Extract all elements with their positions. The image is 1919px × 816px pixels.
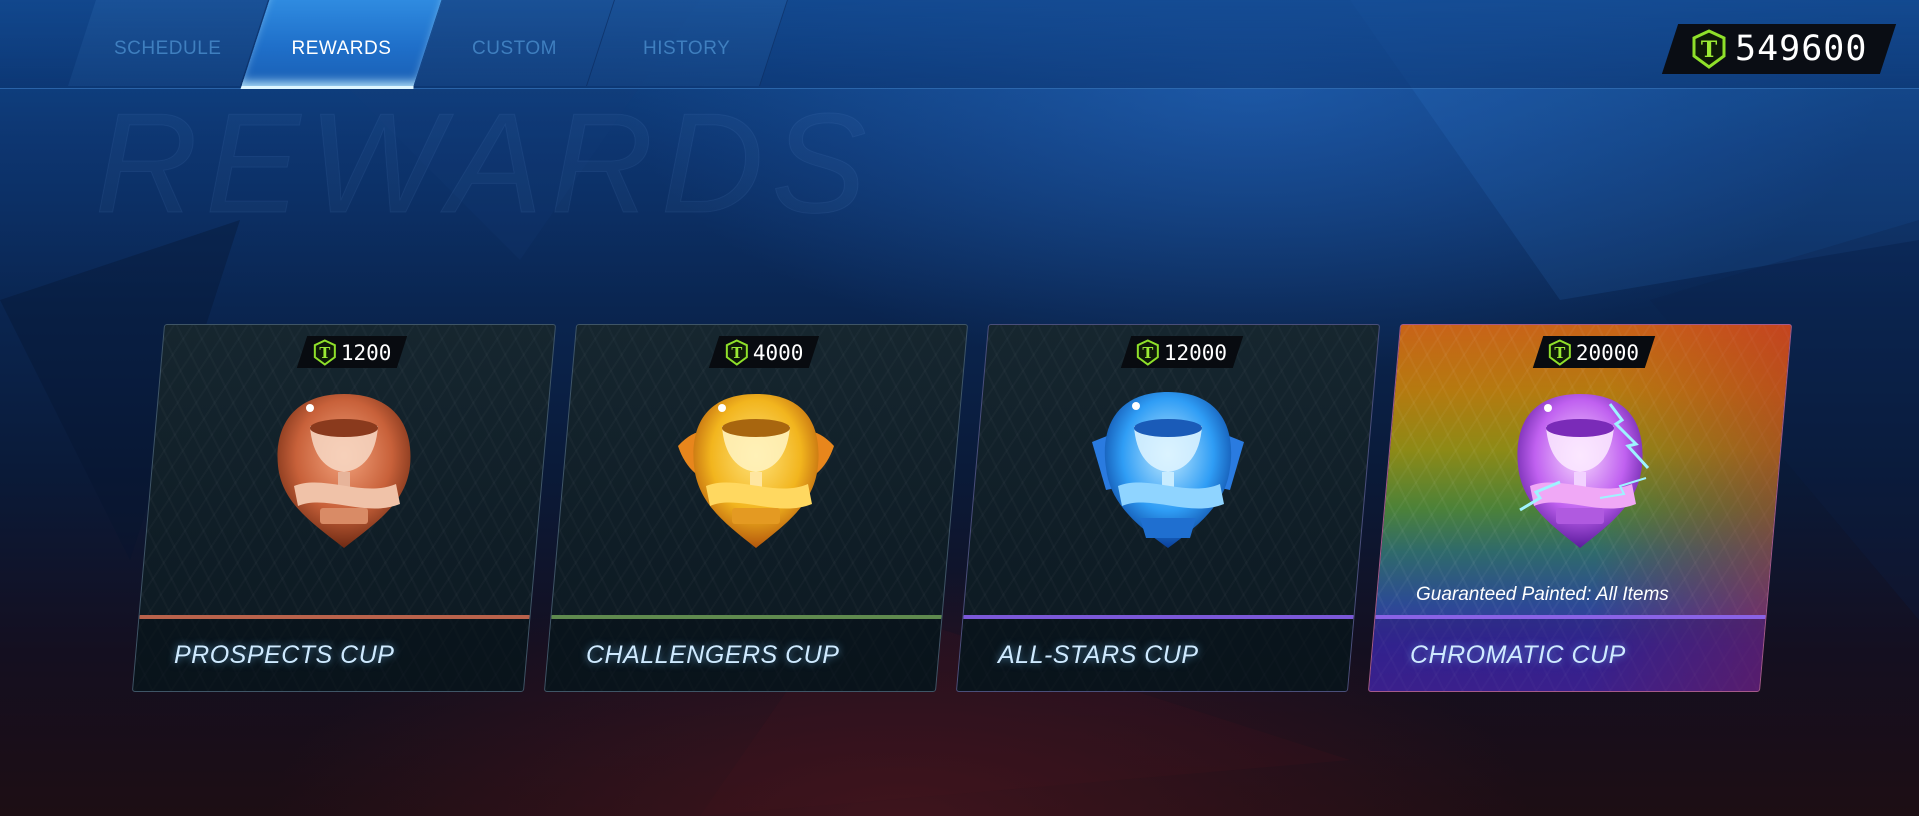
svg-text:T: T — [1555, 344, 1566, 361]
svg-text:T: T — [319, 344, 330, 361]
tournament-credits-icon: T — [725, 338, 748, 366]
credits-balance: T 549600 — [1661, 24, 1897, 74]
cost-amount: 4000 — [752, 340, 804, 364]
gold-trophy-icon — [678, 394, 834, 548]
reward-name: CHALLENGERS CUP — [586, 641, 840, 669]
reward-note: Guaranteed Painted: All Items — [1416, 584, 1669, 605]
svg-text:T: T — [1701, 37, 1718, 63]
page-title-watermark: REWARDS — [94, 84, 875, 244]
tab-schedule-label: SCHEDULE — [114, 38, 222, 59]
tournament-credits-icon: T — [313, 338, 336, 366]
reward-card-all-stars[interactable]: T 12000 ALL-STARS CUP — [955, 324, 1381, 692]
cost-tag: T 20000 — [1532, 336, 1656, 368]
top-nav-bar: SCHEDULE REWARDS CUSTOM HISTORY — [0, 0, 1919, 89]
blue-trophy-icon — [1092, 392, 1244, 548]
tournament-credits-icon: T — [1549, 338, 1572, 366]
tab-history-label: HISTORY — [643, 38, 731, 59]
cost-amount: 20000 — [1576, 340, 1640, 364]
cost-tag: T 4000 — [708, 336, 820, 368]
chromatic-trophy-icon — [1517, 394, 1650, 548]
cost-amount: 12000 — [1164, 340, 1228, 364]
svg-text:T: T — [1143, 344, 1154, 361]
bronze-trophy-icon — [277, 394, 411, 548]
tab-custom-label: CUSTOM — [471, 38, 557, 59]
card-divider — [1375, 615, 1766, 619]
svg-text:T: T — [731, 344, 742, 361]
reward-card-chromatic[interactable]: T 20000 Guaranteed Painted: All Items CH… — [1367, 324, 1793, 692]
reward-name: ALL-STARS CUP — [998, 641, 1199, 669]
tab-strip: SCHEDULE REWARDS CUSTOM HISTORY — [68, 0, 788, 89]
cost-amount: 1200 — [340, 340, 392, 364]
tab-history[interactable]: HISTORY — [587, 0, 788, 86]
tab-rewards[interactable]: REWARDS — [240, 0, 443, 89]
tab-rewards-label: REWARDS — [291, 38, 392, 59]
reward-card-prospects[interactable]: T 1200 PROSPECTS CUP — [131, 324, 557, 692]
tab-schedule[interactable]: SCHEDULE — [68, 0, 269, 86]
reward-name: PROSPECTS CUP — [174, 641, 395, 669]
cost-tag: T 1200 — [296, 336, 408, 368]
credits-value: 549600 — [1734, 29, 1868, 69]
cost-tag: T 12000 — [1120, 336, 1244, 368]
reward-card-challengers[interactable]: T 4000 CHALLENGERS CUP — [543, 324, 969, 692]
tournament-credits-icon: T — [1137, 338, 1160, 366]
tournament-credits-icon: T — [1692, 29, 1726, 69]
reward-name: CHROMATIC CUP — [1410, 641, 1626, 669]
tab-custom[interactable]: CUSTOM — [414, 0, 615, 86]
